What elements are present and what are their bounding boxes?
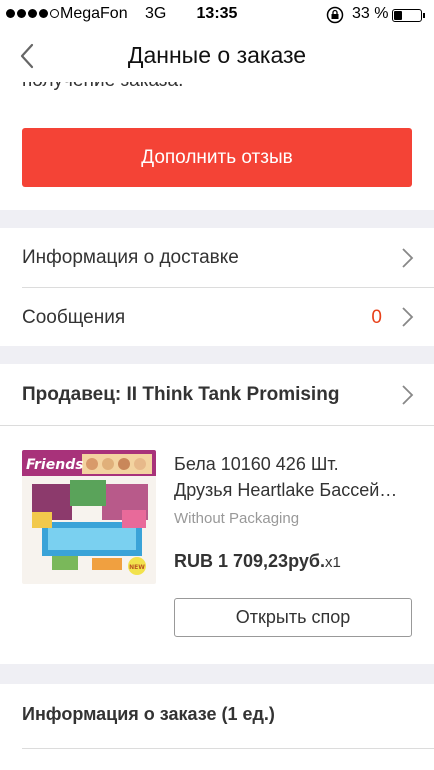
add-review-button[interactable]: Дополнить отзыв — [22, 128, 412, 187]
order-info-label: Информация о заказе (1 ед.) — [22, 704, 275, 724]
chevron-right-icon — [402, 385, 414, 405]
divider — [22, 748, 434, 749]
section-separator — [0, 346, 434, 364]
page-title: Данные о заказе — [127, 42, 307, 68]
navigation-bar: Данные о заказе — [0, 30, 434, 82]
product-brand-text: Friends — [26, 457, 84, 473]
clock: 13:35 — [196, 5, 238, 22]
product-thumbnail[interactable]: Friends NEW — [22, 450, 156, 584]
scrolled-content: получение заказа. — [0, 82, 434, 104]
messages-row[interactable]: Сообщения 0 — [0, 288, 434, 346]
product-price: RUB 1 709,23руб.x1 — [174, 551, 341, 572]
delivery-info-label: Информация о доставке — [22, 247, 239, 268]
seller-row[interactable]: Продавец: II Think Tank Promising — [0, 364, 434, 426]
carrier-name: MegaFon — [60, 5, 128, 22]
price-value: RUB 1 709,23руб. — [174, 551, 325, 571]
signal-strength-icon — [6, 9, 59, 18]
messages-label: Сообщения — [22, 307, 126, 328]
seller-name: Продавец: II Think Tank Promising — [22, 384, 340, 405]
rotation-lock-icon — [326, 6, 344, 24]
chevron-right-icon — [402, 248, 414, 268]
order-info-section[interactable]: Информация о заказе (1 ед.) — [0, 684, 434, 770]
delivery-info-row[interactable]: Информация о доставке — [0, 228, 434, 288]
chevron-right-icon — [402, 307, 414, 327]
product-variant: Without Packaging — [174, 510, 300, 527]
product-name-line-1[interactable]: Бела 10160 426 Шт. — [174, 452, 418, 477]
section-separator — [0, 664, 434, 684]
network-type: 3G — [145, 5, 167, 22]
order-status-text: получение заказа. — [22, 82, 183, 100]
product-name-line-2[interactable]: Друзья Heartlake Бассей… — [174, 478, 418, 503]
messages-count-badge: 0 — [371, 307, 382, 328]
status-bar: MegaFon 3G 13:35 33 % — [0, 0, 434, 30]
open-dispute-button[interactable]: Открыть спор — [174, 598, 412, 637]
battery-percentage: 33 % — [352, 5, 389, 22]
battery-icon — [392, 9, 425, 22]
product-quantity: x1 — [324, 554, 341, 571]
product-card: Friends NEW Бела 10160 426 Шт. Друзья He… — [0, 426, 434, 664]
new-badge-text: NEW — [129, 564, 145, 571]
section-separator — [0, 210, 434, 228]
